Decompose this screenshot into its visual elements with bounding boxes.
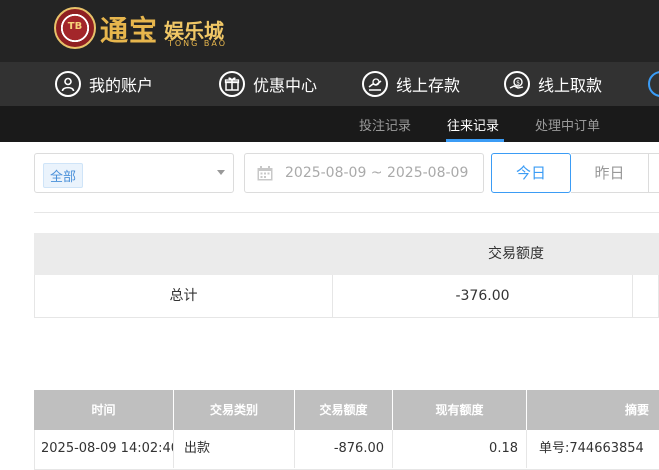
date-range-value: 2025-08-09 ~ 2025-08-09 — [285, 165, 469, 181]
column-header-type: 交易类别 — [174, 390, 295, 430]
site-header: TB 通宝 娱乐城 TONG BAO — [0, 0, 659, 62]
logo-badge-icon: TB — [54, 7, 96, 49]
cell-note: 单号:744663854 — [539, 441, 644, 456]
cell-time: 2025-08-09 14:02:40 — [35, 430, 174, 468]
nav-item-promotions[interactable]: 优惠中心 — [219, 69, 317, 99]
summary-row: 总计 -376.00 — [34, 275, 659, 318]
next-range-button[interactable] — [649, 153, 659, 193]
nav-item-withdraw[interactable]: $ 线上取款 — [504, 69, 602, 99]
selected-type-tag: 全部 — [43, 163, 84, 188]
column-header-amount: 交易额度 — [295, 390, 393, 430]
chevron-down-icon — [217, 170, 225, 175]
nav-item-label: 我的账户 — [89, 76, 154, 95]
today-button[interactable]: 今日 — [491, 153, 571, 193]
summary-header: 交易额度 — [34, 233, 659, 275]
cell-balance: 0.18 — [393, 430, 527, 468]
site-logo[interactable]: TB 通宝 娱乐城 TONG BAO — [54, 7, 244, 53]
gift-icon — [219, 71, 245, 97]
user-icon — [55, 71, 81, 97]
tab-transaction-records[interactable]: 往来记录 — [447, 115, 499, 134]
main-nav: 我的账户 优惠中心 线上存款 $ 线上取款 — [0, 62, 659, 106]
date-range-picker[interactable]: 2025-08-09 ~ 2025-08-09 — [244, 153, 484, 193]
sub-nav: 投注记录 往来记录 处理中订单 — [0, 106, 659, 142]
nav-item-label: 线上存款 — [396, 76, 461, 95]
tab-bet-records[interactable]: 投注记录 — [359, 115, 411, 134]
active-tab-indicator — [446, 139, 504, 142]
logo-badge-text: TB — [67, 21, 83, 32]
column-header-balance: 现有额度 — [393, 390, 527, 430]
yesterday-button[interactable]: 昨日 — [571, 153, 649, 193]
nav-item-more[interactable] — [648, 69, 659, 99]
nav-item-label: 优惠中心 — [253, 76, 318, 95]
table-row[interactable]: 2025-08-09 14:02:40 出款 -876.00 0.18 单号:7… — [34, 430, 659, 470]
withdraw-icon: $ — [504, 71, 530, 97]
cell-amount: -876.00 — [295, 430, 393, 468]
nav-item-account[interactable]: 我的账户 — [55, 69, 153, 99]
more-icon — [648, 71, 659, 97]
tab-pending-orders[interactable]: 处理中订单 — [535, 115, 600, 134]
deposit-icon — [362, 71, 388, 97]
column-header-note: 摘要 — [624, 403, 649, 417]
cell-type: 出款 — [174, 430, 295, 468]
transaction-type-select[interactable]: 全部 — [34, 153, 234, 193]
nav-item-label: 线上取款 — [538, 76, 603, 95]
calendar-icon — [257, 166, 273, 181]
summary-total-label: 总计 — [35, 275, 333, 317]
logo-name-english: TONG BAO — [168, 39, 228, 48]
summary-total-value: -376.00 — [333, 275, 633, 317]
column-header-time: 时间 — [34, 390, 174, 430]
records-table-header: 时间 交易类别 交易额度 现有额度 摘要 — [34, 390, 659, 430]
divider — [34, 212, 659, 213]
svg-text:$: $ — [516, 80, 520, 87]
summary-header-label: 交易额度 — [488, 246, 544, 262]
nav-item-deposit[interactable]: 线上存款 — [362, 69, 460, 99]
logo-name-primary: 通宝 — [100, 14, 159, 47]
